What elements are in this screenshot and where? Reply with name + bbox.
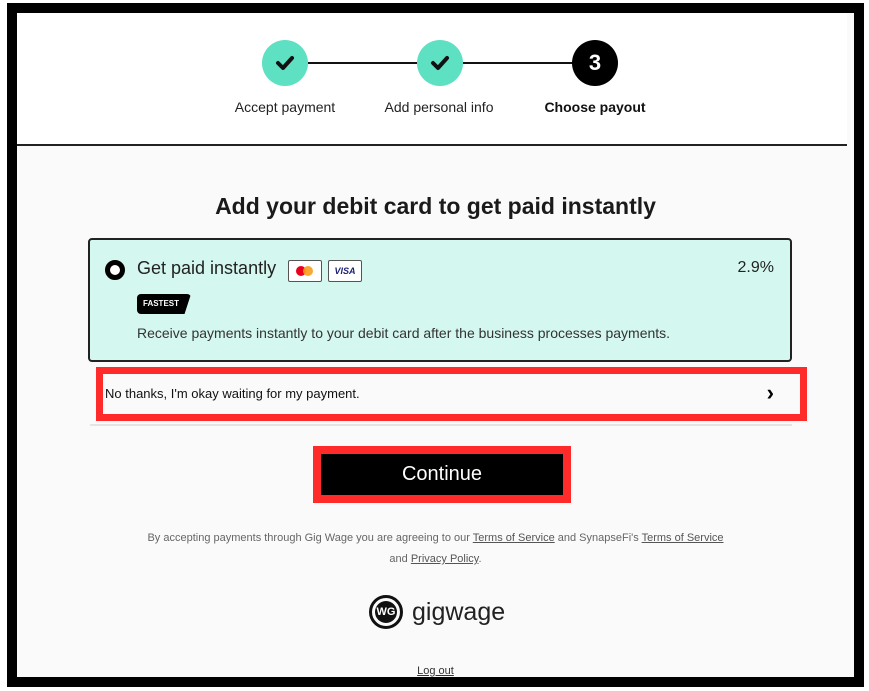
check-icon	[276, 56, 294, 70]
instant-payout-option[interactable]: Get paid instantly VISA 2.9% FASTEST Rec…	[88, 238, 792, 362]
synapsefi-terms-link[interactable]: Terms of Service	[642, 532, 724, 544]
step-1-circle	[262, 40, 308, 86]
privacy-policy-link[interactable]: Privacy Policy	[411, 553, 479, 565]
step-label-choose-payout: Choose payout	[544, 99, 646, 115]
chevron-right-icon: ›	[766, 380, 774, 405]
decline-instant-payout-option[interactable]: No thanks, I'm okay waiting for my payme…	[96, 367, 807, 421]
progress-stepper: 3 Accept payment Add personal info Choos…	[17, 13, 854, 143]
gigwage-terms-link[interactable]: Terms of Service	[473, 532, 555, 544]
decline-label: No thanks, I'm okay waiting for my payme…	[105, 386, 360, 401]
visa-icon: VISA	[328, 260, 362, 282]
option-fee: 2.9%	[737, 259, 774, 276]
continue-highlight: Continue	[313, 446, 571, 503]
check-icon	[431, 56, 449, 70]
continue-button[interactable]: Continue	[321, 454, 563, 495]
logout-link[interactable]: Log out	[417, 665, 454, 677]
legal-text: By accepting payments through Gig Wage y…	[147, 532, 724, 565]
step-3-circle: 3	[572, 40, 618, 86]
divider	[90, 424, 792, 426]
step-connector	[308, 62, 434, 64]
logout: Log out	[17, 665, 854, 677]
step-label-add-personal-info: Add personal info	[384, 99, 494, 115]
option-title: Get paid instantly	[137, 258, 277, 278]
brand-name: gigwage	[412, 597, 506, 626]
header: 3 Accept payment Add personal info Choos…	[17, 13, 847, 146]
page-title: Add your debit card to get paid instantl…	[215, 193, 656, 219]
gigwage-logo-icon: WG	[369, 595, 403, 629]
brand-logo: WG gigwage	[369, 595, 505, 629]
instant-payout-radio[interactable]	[105, 260, 125, 280]
step-number: 3	[588, 50, 602, 75]
option-description: Receive payments instantly to your debit…	[137, 325, 671, 341]
mastercard-icon	[288, 260, 322, 282]
page-frame: 3 Accept payment Add personal info Choos…	[7, 3, 864, 687]
step-2-circle	[417, 40, 463, 86]
step-label-accept-payment: Accept payment	[234, 99, 336, 115]
fastest-badge: FASTEST	[137, 294, 192, 314]
